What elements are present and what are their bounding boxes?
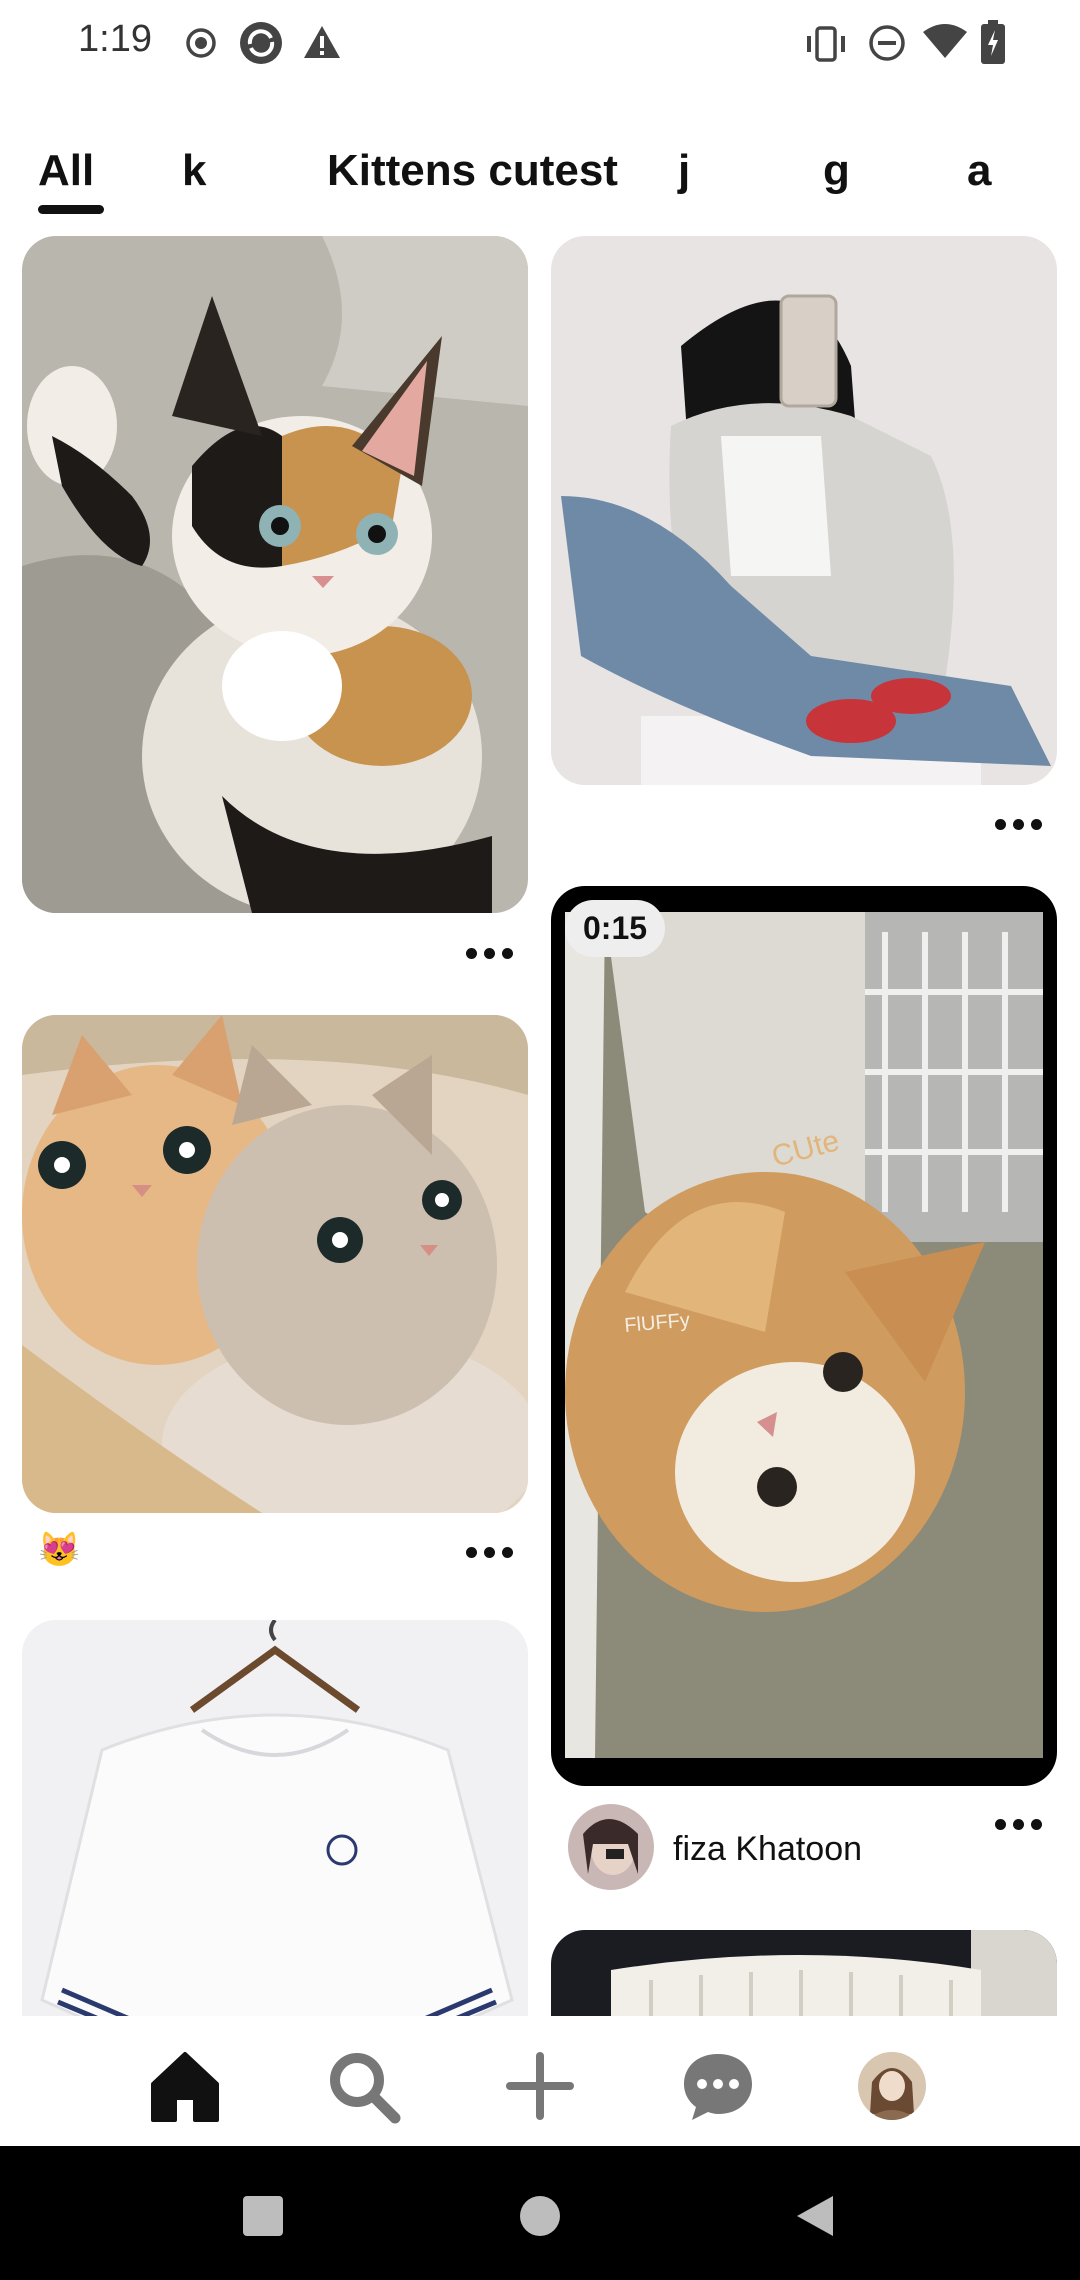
white-hoodie-image (22, 1620, 528, 2016)
pin-two-kittens-emoji: 😻 (38, 1531, 81, 1569)
tab-k[interactable]: k (182, 146, 206, 196)
white-object-image (551, 1930, 1057, 2016)
tab-a[interactable]: a (967, 146, 991, 196)
battery-icon (981, 20, 1005, 64)
status-bar: 1:19 (0, 0, 1080, 90)
profile-avatar-image (858, 2052, 926, 2120)
create-icon[interactable] (500, 2046, 580, 2126)
author-avatar[interactable] (568, 1804, 654, 1890)
tab-all[interactable]: All (38, 146, 94, 196)
messages-icon[interactable] (678, 2046, 758, 2126)
wifi-icon (923, 24, 967, 58)
home-icon[interactable] (145, 2046, 225, 2126)
back-button[interactable] (795, 2194, 835, 2238)
sync-icon (240, 22, 282, 64)
pin-hoodie-girl[interactable] (551, 236, 1057, 785)
pin-two-kittens[interactable] (22, 1015, 528, 1513)
tab-j[interactable]: j (678, 146, 690, 196)
record-icon (186, 28, 216, 58)
cat-video-frame: CUte FlUFFy (565, 912, 1043, 1758)
video-duration-badge: 0:15 (565, 900, 666, 957)
home-button[interactable] (520, 2196, 560, 2236)
author-name[interactable]: fiza Khatoon (673, 1830, 862, 1869)
two-kittens-image (22, 1015, 528, 1513)
selected-tab-indicator (38, 205, 104, 214)
recents-button[interactable] (243, 2196, 283, 2236)
profile-avatar[interactable] (858, 2052, 926, 2120)
board-tabs: All k Kittens cutest j g a (0, 130, 1080, 230)
calico-kitten-image (22, 236, 528, 913)
hoodie-girl-image (551, 236, 1057, 785)
search-icon[interactable] (323, 2046, 403, 2126)
pin-cat-video[interactable]: CUte FlUFFy 0:15 (551, 886, 1057, 1786)
pin-two-kittens-more-button[interactable] (460, 1532, 520, 1572)
tab-kittens-cutest[interactable]: Kittens cutest (327, 146, 618, 196)
vibrate-icon (807, 26, 845, 62)
pin-feed[interactable]: 😻 CUte FlUFFy 0:15 fiza Khatoon (0, 236, 1080, 2016)
system-navigation-bar (0, 2146, 1080, 2280)
pin-calico-kitten[interactable] (22, 236, 528, 913)
bottom-navigation (0, 2016, 1080, 2146)
pin-cat-video-more-button[interactable] (989, 1804, 1049, 1844)
pin-white-object[interactable] (551, 1930, 1057, 2016)
status-time: 1:19 (78, 18, 152, 60)
do-not-disturb-icon (869, 25, 905, 61)
author-avatar-image (568, 1804, 654, 1890)
warning-icon (304, 26, 340, 58)
pin-calico-kitten-more-button[interactable] (460, 933, 520, 973)
tab-g[interactable]: g (823, 146, 850, 196)
pin-white-hoodie[interactable] (22, 1620, 528, 2016)
pin-hoodie-girl-more-button[interactable] (989, 804, 1049, 844)
